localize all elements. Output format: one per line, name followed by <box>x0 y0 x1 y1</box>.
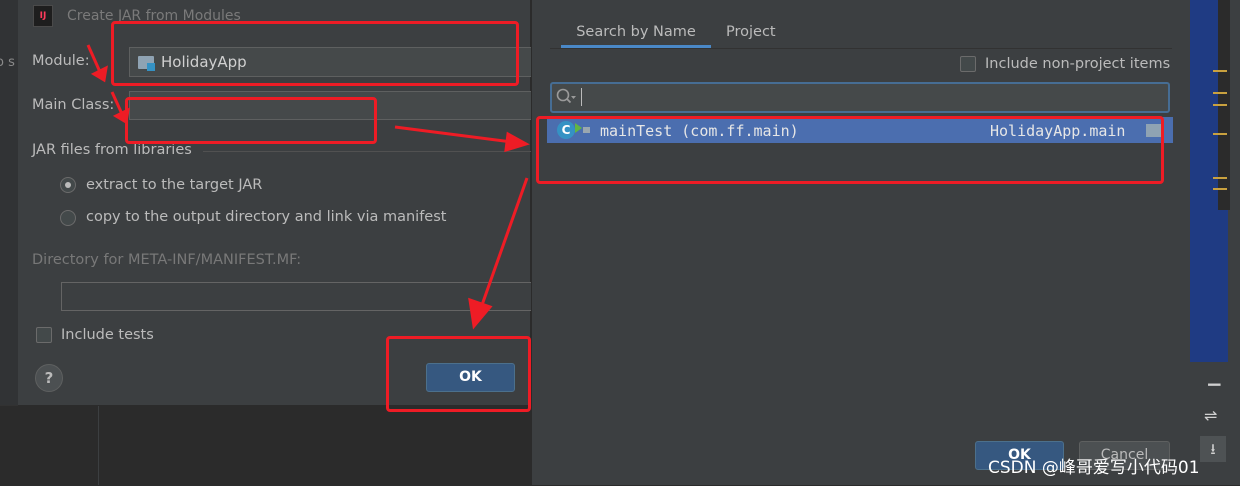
help-button[interactable]: ? <box>35 364 63 392</box>
include-non-project-checkbox[interactable] <box>960 56 976 72</box>
jar-files-section-label: JAR files from libraries <box>32 142 192 158</box>
tab-search-by-name[interactable]: Search by Name <box>561 16 711 48</box>
scroll-to-end-icon[interactable]: ⭳ <box>1200 436 1226 462</box>
manifest-directory-field[interactable] <box>61 282 531 311</box>
scroll-marker <box>1213 92 1227 94</box>
scroll-marker <box>1213 188 1227 190</box>
annotation-box-result <box>536 116 1164 184</box>
scroll-marker <box>1213 177 1227 179</box>
watermark: CSDN @峰哥爱写小代码01 <box>988 458 1200 478</box>
intellij-logo-icon: IJ <box>33 5 53 27</box>
module-label: Module: <box>32 53 90 69</box>
ide-side-bar <box>1230 0 1240 362</box>
radio-copy-label[interactable]: copy to the output directory and link vi… <box>86 209 446 225</box>
radio-extract-label[interactable]: extract to the target JAR <box>86 177 262 193</box>
main-class-label: Main Class: <box>32 97 115 113</box>
search-icon[interactable] <box>555 87 577 107</box>
ide-bottom-divider <box>98 405 99 485</box>
minimize-icon[interactable]: − <box>1206 372 1223 396</box>
include-tests-label[interactable]: Include tests <box>61 327 154 343</box>
soft-wrap-icon[interactable]: ⇌ <box>1204 406 1224 428</box>
annotation-box-ok <box>386 336 531 412</box>
scroll-marker <box>1213 104 1227 106</box>
include-tests-checkbox[interactable] <box>36 327 52 343</box>
section-divider <box>203 151 531 152</box>
annotation-box-main-class <box>125 97 377 144</box>
tab-project[interactable]: Project <box>726 16 776 48</box>
radio-selected-dot <box>65 182 71 188</box>
include-non-project-label[interactable]: Include non-project items <box>985 56 1170 72</box>
scroll-marker <box>1213 70 1227 72</box>
tab-divider <box>550 48 1172 49</box>
ide-bottom-panel <box>0 405 530 486</box>
class-search-input[interactable] <box>550 82 1170 113</box>
ide-background-text: o s <box>0 55 15 70</box>
manifest-directory-label: Directory for META-INF/MANIFEST.MF: <box>32 252 302 268</box>
radio-copy[interactable] <box>60 210 76 226</box>
text-caret <box>581 88 582 106</box>
scroll-marker <box>1213 133 1227 135</box>
annotation-box-module <box>111 21 519 86</box>
